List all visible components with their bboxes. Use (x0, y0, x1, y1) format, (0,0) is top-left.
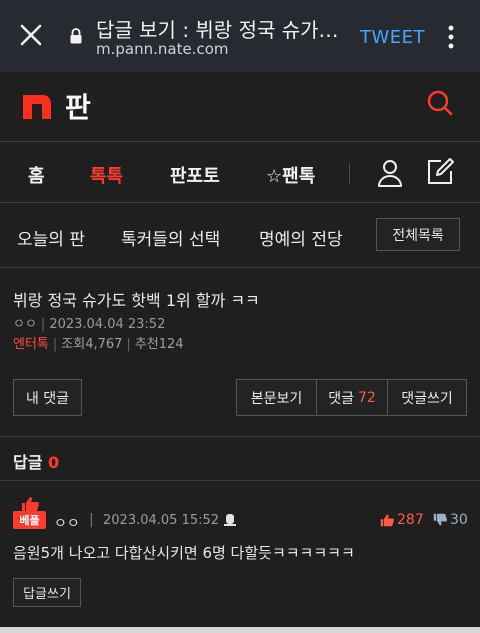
replies-label: 답글 (13, 453, 43, 472)
comment-body: 음원5개 나오고 다합산시키면 6명 다할듯ㅋㅋㅋㅋㅋㅋ (13, 544, 355, 562)
best-comment-badge: 베플 (13, 511, 46, 529)
post-author: ㅇㅇ (13, 317, 37, 332)
main-nav (0, 143, 480, 203)
post-stats: 엔터톡 | 조회4,767 | 추천124 (13, 333, 184, 352)
thumbs-up-icon (22, 497, 39, 512)
dislike-button[interactable]: 30 (433, 512, 468, 528)
stats-separator: | (126, 337, 131, 352)
write-comment-button[interactable]: 댓글쓰기 (387, 379, 467, 416)
post-views: 조회4,767 (61, 337, 123, 352)
nav-divider (349, 163, 350, 185)
stats-separator: | (52, 337, 58, 352)
section-divider (0, 480, 480, 481)
section-divider (0, 436, 480, 437)
search-icon[interactable] (426, 89, 454, 117)
comment-date: 2023.04.05 15:52 (103, 513, 220, 528)
bottom-edge (0, 627, 480, 633)
page: 답글 보기 : 뷔랑 정국 슈가… m.pann.nate.com TWEET … (0, 0, 480, 633)
close-icon[interactable] (18, 22, 44, 48)
nav-item-pann-photo[interactable]: 판포토 (170, 162, 220, 188)
more-options-icon[interactable] (443, 24, 459, 50)
site-logo-text[interactable]: 판 (65, 86, 91, 126)
post-date: 2023.04.04 23:52 (49, 317, 166, 332)
my-comments-button[interactable]: 내 댓글 (13, 379, 82, 416)
nav-item-toktok[interactable]: 톡톡 (90, 162, 123, 188)
comments-label: 댓글 (328, 390, 354, 407)
replies-header: 답글 0 (13, 449, 59, 473)
write-reply-button[interactable]: 답글쓰기 (13, 578, 81, 607)
post-recommends: 추천124 (134, 337, 184, 352)
nate-logo-icon[interactable] (23, 91, 51, 119)
thumbs-up-icon (380, 514, 394, 527)
nav-item-home[interactable]: 홈 (28, 162, 45, 188)
full-list-button[interactable]: 전체목록 (376, 218, 460, 251)
like-count: 287 (397, 512, 424, 528)
lock-icon (70, 28, 82, 44)
comment-separator: | (89, 512, 94, 528)
comments-button[interactable]: 댓글 72 (316, 379, 388, 416)
comments-count: 72 (357, 389, 376, 406)
like-button[interactable]: 287 (380, 512, 424, 528)
post-title[interactable]: 뷔랑 정국 슈가도 핫백 1위 할까 ㅋㅋ (13, 287, 260, 311)
post-meta: ㅇㅇ | 2023.04.04 23:52 (13, 313, 165, 332)
write-icon[interactable] (425, 157, 455, 187)
comment-author: ㅇㅇ (54, 516, 80, 532)
submenu-today-pann[interactable]: 오늘의 판 (17, 225, 85, 250)
replies-count: 0 (48, 453, 60, 472)
submenu-hall-of-fame[interactable]: 명예의 전당 (259, 225, 343, 250)
meta-separator: | (40, 317, 46, 332)
post-category[interactable]: 엔터톡 (13, 337, 49, 352)
tweet-button[interactable]: TWEET (360, 27, 425, 48)
view-original-button[interactable]: 본문보기 (236, 379, 317, 416)
user-icon[interactable] (377, 159, 403, 187)
mobile-device-icon (224, 514, 236, 526)
thumbs-down-icon (433, 513, 447, 526)
submenu-talkers-choice[interactable]: 톡커들의 선택 (121, 225, 220, 250)
dislike-count: 30 (450, 512, 468, 528)
browser-page-title: 답글 보기 : 뷔랑 정국 슈가… (96, 18, 339, 42)
browser-url[interactable]: m.pann.nate.com (96, 40, 229, 58)
nav-item-fantalk[interactable]: ☆팬톡 (266, 162, 315, 188)
